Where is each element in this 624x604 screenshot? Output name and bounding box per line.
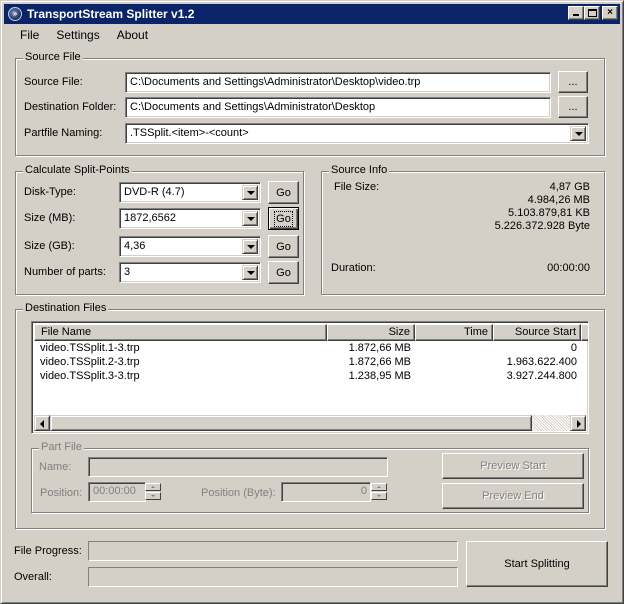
file-size-gb: 4,87 GB (549, 181, 590, 193)
duration-value: 00:00:00 (547, 262, 590, 274)
overall-progress-bar (88, 567, 458, 587)
go-size-mb-button[interactable]: Go (268, 207, 299, 230)
partfile-naming-label: Partfile Naming: (24, 127, 103, 139)
horizontal-scrollbar[interactable] (34, 415, 586, 431)
number-of-parts-combo[interactable]: 3 (119, 262, 261, 283)
destination-files-group-label: Destination Files (23, 302, 109, 314)
menu-settings[interactable]: Settings (48, 28, 107, 42)
source-info-group-label: Source Info (329, 164, 390, 176)
chevron-down-icon[interactable] (242, 185, 258, 200)
cell-file-name: video.TSSplit.1-3.trp (40, 342, 140, 354)
browse-source-button[interactable]: ... (558, 71, 588, 93)
chevron-down-icon[interactable] (242, 265, 258, 280)
maximize-button[interactable] (584, 6, 600, 20)
menu-about[interactable]: About (109, 28, 156, 42)
menu-bar: File Settings About (4, 25, 620, 45)
part-file-group-label: Part File (39, 441, 84, 453)
position-byte-input[interactable]: 0 (281, 482, 371, 502)
cell-file-name: video.TSSplit.3-3.trp (40, 370, 140, 382)
scroll-track[interactable] (50, 415, 570, 431)
chevron-down-icon[interactable] (242, 239, 258, 254)
file-size-bytes: 5.226.372.928 Byte (494, 220, 590, 232)
part-name-input[interactable] (88, 457, 388, 477)
spin-up-icon[interactable] (145, 483, 161, 491)
partfile-naming-combo[interactable]: .TSSplit.<item>-<count> (125, 123, 589, 144)
go-number-of-parts-button[interactable]: Go (268, 261, 299, 284)
cell-size: 1.238,95 MB (348, 370, 411, 382)
app-logo-icon: » (8, 7, 22, 21)
part-name-label: Name: (39, 461, 72, 473)
size-gb-label: Size (GB): (24, 240, 75, 252)
close-button[interactable]: × (602, 6, 618, 20)
source-file-input[interactable]: C:\Documents and Settings\Administrator\… (125, 72, 551, 93)
position-byte-spinner[interactable] (371, 483, 387, 500)
file-size-mb: 4.984,26 MB (527, 194, 590, 206)
minimize-icon (573, 14, 579, 16)
size-mb-label: Size (MB): (24, 212, 76, 224)
preview-start-button[interactable]: Preview Start (442, 453, 584, 479)
table-row[interactable]: video.TSSplit.2-3.trp 1.872,66 MB 1.963.… (34, 355, 581, 369)
start-splitting-button[interactable]: Start Splitting (466, 541, 608, 587)
table-row[interactable]: video.TSSplit.3-3.trp 1.238,95 MB 3.927.… (34, 369, 581, 383)
column-filler (581, 324, 588, 341)
position-label: Position: (40, 487, 83, 499)
cell-time (415, 369, 493, 383)
cell-size: 1.872,66 MB (348, 342, 411, 354)
title-bar[interactable]: » TransportStream Splitter v1.2 × (4, 4, 620, 24)
disk-type-combo[interactable]: DVD-R (4.7) (119, 182, 261, 203)
split-points-group-label: Calculate Split-Points (23, 164, 132, 176)
file-size-kb: 5.103.879,81 KB (508, 207, 590, 219)
source-info-group: Source Info File Size: 4,87 GB 4.984,26 … (321, 164, 605, 295)
size-gb-combo[interactable]: 4,36 (119, 236, 261, 257)
chevron-down-icon[interactable] (570, 126, 586, 141)
file-progress-label: File Progress: (14, 545, 82, 557)
list-header: File Name Size Time Source Start (34, 324, 588, 341)
duration-label: Duration: (331, 262, 376, 274)
spin-up-icon[interactable] (371, 483, 387, 491)
window-title: TransportStream Splitter v1.2 (27, 7, 195, 21)
column-time[interactable]: Time (415, 324, 493, 341)
column-file-name[interactable]: File Name (34, 324, 327, 341)
scroll-thumb[interactable] (50, 415, 532, 431)
disk-type-label: Disk-Type: (24, 186, 76, 198)
chevron-down-icon[interactable] (242, 211, 258, 226)
number-of-parts-label: Number of parts: (24, 266, 106, 278)
size-mb-combo[interactable]: 1872,6562 (119, 208, 261, 229)
go-disk-type-button[interactable]: Go (268, 181, 299, 204)
file-progress-bar (88, 541, 458, 561)
cell-time (415, 355, 493, 369)
source-file-label: Source File: (24, 76, 83, 88)
scroll-right-icon[interactable] (570, 415, 586, 431)
cell-source-start: 3.927.244.800 (506, 370, 577, 382)
destination-folder-label: Destination Folder: (24, 101, 117, 113)
cell-source-start: 1.963.622.400 (506, 356, 577, 368)
preview-end-button[interactable]: Preview End (442, 483, 584, 509)
close-icon: × (607, 7, 613, 18)
main-window: » TransportStream Splitter v1.2 × File S… (0, 0, 624, 604)
cell-file-name: video.TSSplit.2-3.trp (40, 356, 140, 368)
column-size[interactable]: Size (327, 324, 415, 341)
destination-files-list[interactable]: File Name Size Time Source Start video.T… (31, 321, 589, 434)
position-byte-label: Position (Byte): (201, 487, 276, 499)
menu-file[interactable]: File (12, 28, 47, 42)
cell-time (415, 341, 493, 355)
cell-source-start: 0 (570, 342, 577, 354)
destination-folder-input[interactable]: C:\Documents and Settings\Administrator\… (125, 97, 551, 118)
spin-down-icon[interactable] (371, 492, 387, 500)
table-row[interactable]: video.TSSplit.1-3.trp 1.872,66 MB 0 (34, 341, 581, 355)
column-source-start[interactable]: Source Start (493, 324, 581, 341)
position-time-spinner[interactable] (145, 483, 161, 500)
maximize-icon (588, 9, 597, 17)
scroll-left-icon[interactable] (34, 415, 50, 431)
spin-down-icon[interactable] (145, 492, 161, 500)
position-time-input[interactable]: 00:00:00 (88, 482, 146, 502)
cell-size: 1.872,66 MB (348, 356, 411, 368)
overall-progress-label: Overall: (14, 571, 52, 583)
browse-destination-button[interactable]: ... (558, 96, 588, 118)
file-size-label: File Size: (334, 181, 380, 193)
minimize-button[interactable] (568, 6, 584, 20)
source-file-group-label: Source File (23, 51, 83, 63)
go-size-gb-button[interactable]: Go (268, 235, 299, 258)
